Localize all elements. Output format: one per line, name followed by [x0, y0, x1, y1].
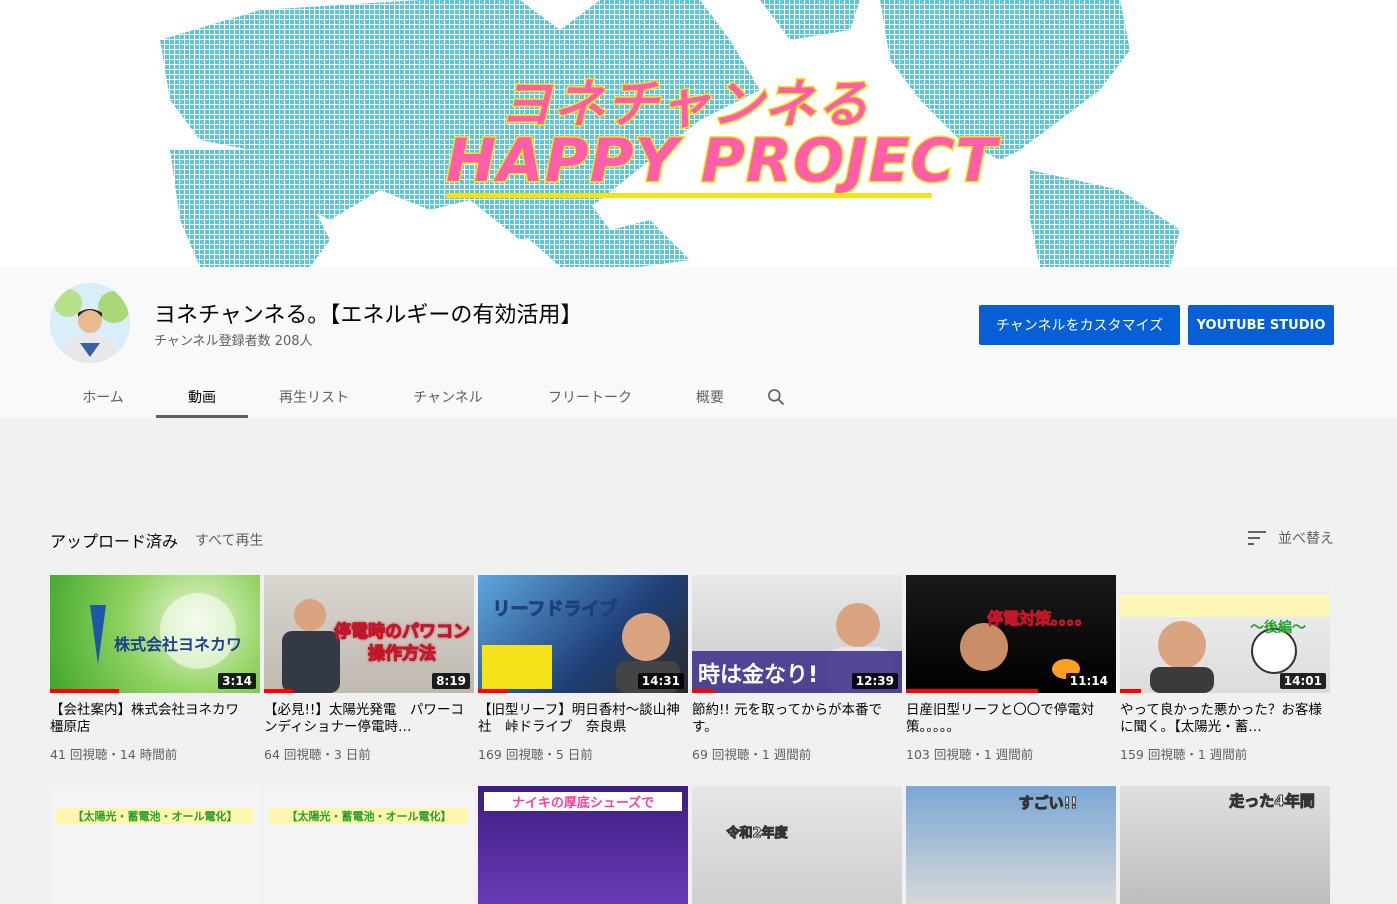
- video-meta: 64 回視聴・3 日前: [264, 747, 371, 762]
- channel-avatar[interactable]: [50, 283, 130, 363]
- video-thumbnail[interactable]: 【太陽光・蓄電池・オール電化】: [264, 786, 474, 904]
- thumbnail-caption: 走った4年間: [1229, 792, 1315, 811]
- thumbnail-caption: 〜後編〜: [1250, 620, 1306, 636]
- channel-banner: ヨネチャンネる HAPPY PROJECT: [0, 0, 1397, 267]
- sort-icon: [1248, 531, 1266, 545]
- video-title[interactable]: やって良かった悪かった？お客様に聞く。【太陽光・蓄…: [1120, 702, 1326, 736]
- video-thumbnail[interactable]: リーフドライブ 14:31: [478, 575, 688, 693]
- video-thumbnail[interactable]: 株式会社ヨネカワ 3:14: [50, 575, 260, 693]
- customize-channel-button[interactable]: チャンネルをカスタマイズ: [979, 305, 1180, 345]
- section-title: アップロード済み: [50, 532, 179, 551]
- video-title[interactable]: 節約!! 元を取ってからが本番です。: [692, 702, 898, 736]
- video-thumbnail[interactable]: 【太陽光・蓄電池・オール電化】: [50, 786, 260, 904]
- video-thumbnail[interactable]: すごい!!: [906, 786, 1116, 904]
- watch-progress: [1120, 689, 1141, 693]
- video-title[interactable]: 【旧型リーフ】明日香村〜談山神社 峠ドライブ 奈良県: [478, 702, 684, 736]
- search-icon[interactable]: [756, 375, 796, 418]
- channel-header: ヨネチャンネる。【エネルギーの有効活用】 チャンネル登録者数 208人 チャンネ…: [0, 267, 1397, 418]
- video-title[interactable]: 日産旧型リーフと〇〇で停電対策。。。。。: [906, 702, 1112, 736]
- sort-button[interactable]: 並べ替え: [1248, 528, 1334, 548]
- watch-progress: [692, 689, 713, 693]
- thumbnail-caption: リーフドライブ: [492, 599, 618, 621]
- channel-title: ヨネチャンネる。【エネルギーの有効活用】: [154, 303, 583, 328]
- watch-progress: [478, 689, 508, 693]
- video-duration: 11:14: [1065, 673, 1112, 689]
- tab-discussion[interactable]: フリートーク: [516, 375, 664, 418]
- banner-subtitle: HAPPY PROJECT: [444, 125, 998, 198]
- video-title[interactable]: 【会社案内】株式会社ヨネカワ 橿原店: [50, 702, 256, 736]
- thumbnail-caption: すごい!!: [1018, 794, 1078, 813]
- video-meta: 103 回視聴・1 週間前: [906, 747, 1034, 762]
- video-thumbnail[interactable]: 時は金なり! 12:39: [692, 575, 902, 693]
- tab-home[interactable]: ホーム: [50, 375, 156, 418]
- video-meta: 159 回視聴・1 週間前: [1120, 747, 1248, 762]
- banner-underline: [446, 193, 932, 198]
- watch-progress: [50, 689, 120, 693]
- video-meta: 169 回視聴・5 日前: [478, 747, 593, 762]
- channel-tabs: ホーム 動画 再生リスト チャンネル フリートーク 概要: [50, 375, 796, 418]
- tab-channels[interactable]: チャンネル: [380, 375, 516, 418]
- sort-label: 並べ替え: [1278, 531, 1334, 547]
- video-duration: 3:14: [218, 673, 256, 689]
- video-thumbnail[interactable]: 停電対策。。。。 11:14: [906, 575, 1116, 693]
- tab-about[interactable]: 概要: [664, 375, 756, 418]
- thumbnail-caption: 停電時のパワコン操作方法: [334, 622, 471, 665]
- uploads-section-header: アップロード済み すべて再生 並べ替え: [50, 528, 1334, 551]
- thumbnail-caption: 令和2年度: [726, 826, 788, 842]
- play-all-link[interactable]: すべて再生: [195, 530, 263, 550]
- video-thumbnail[interactable]: 走った4年間: [1120, 786, 1330, 904]
- video-meta: 41 回視聴・14 時間前: [50, 747, 178, 762]
- video-meta: 69 回視聴・1 週間前: [692, 747, 812, 762]
- thumbnail-caption: 株式会社ヨネカワ: [114, 635, 243, 654]
- thumbnail-caption: 【太陽光・蓄電池・オール電化】: [56, 808, 254, 824]
- thumbnail-caption: 時は金なり!: [698, 663, 819, 688]
- tab-playlists[interactable]: 再生リスト: [248, 375, 380, 418]
- watch-progress: [264, 689, 294, 693]
- video-thumbnail[interactable]: ナイキの厚底シューズで: [478, 786, 688, 904]
- video-title[interactable]: 【必見!!】太陽光発電 パワーコンディショナー停電時…: [264, 702, 470, 736]
- thumbnail-caption: 停電対策。。。。: [986, 609, 1091, 629]
- video-duration: 14:01: [1279, 673, 1326, 689]
- video-duration: 14:31: [637, 673, 684, 689]
- subscriber-count: チャンネル登録者数 208人: [154, 334, 313, 349]
- youtube-studio-button[interactable]: YOUTUBE STUDIO: [1188, 305, 1334, 345]
- video-duration: 12:39: [851, 673, 898, 689]
- watch-progress: [906, 689, 1039, 693]
- video-thumbnail[interactable]: 停電時のパワコン操作方法 8:19: [264, 575, 474, 693]
- thumbnail-caption: 【太陽光・蓄電池・オール電化】: [270, 808, 468, 824]
- video-thumbnail[interactable]: 〜後編〜 14:01: [1120, 575, 1330, 693]
- video-duration: 8:19: [432, 673, 470, 689]
- thumbnail-caption: ナイキの厚底シューズで: [484, 792, 682, 811]
- video-thumbnail[interactable]: 令和2年度: [692, 786, 902, 904]
- tab-videos[interactable]: 動画: [156, 375, 248, 418]
